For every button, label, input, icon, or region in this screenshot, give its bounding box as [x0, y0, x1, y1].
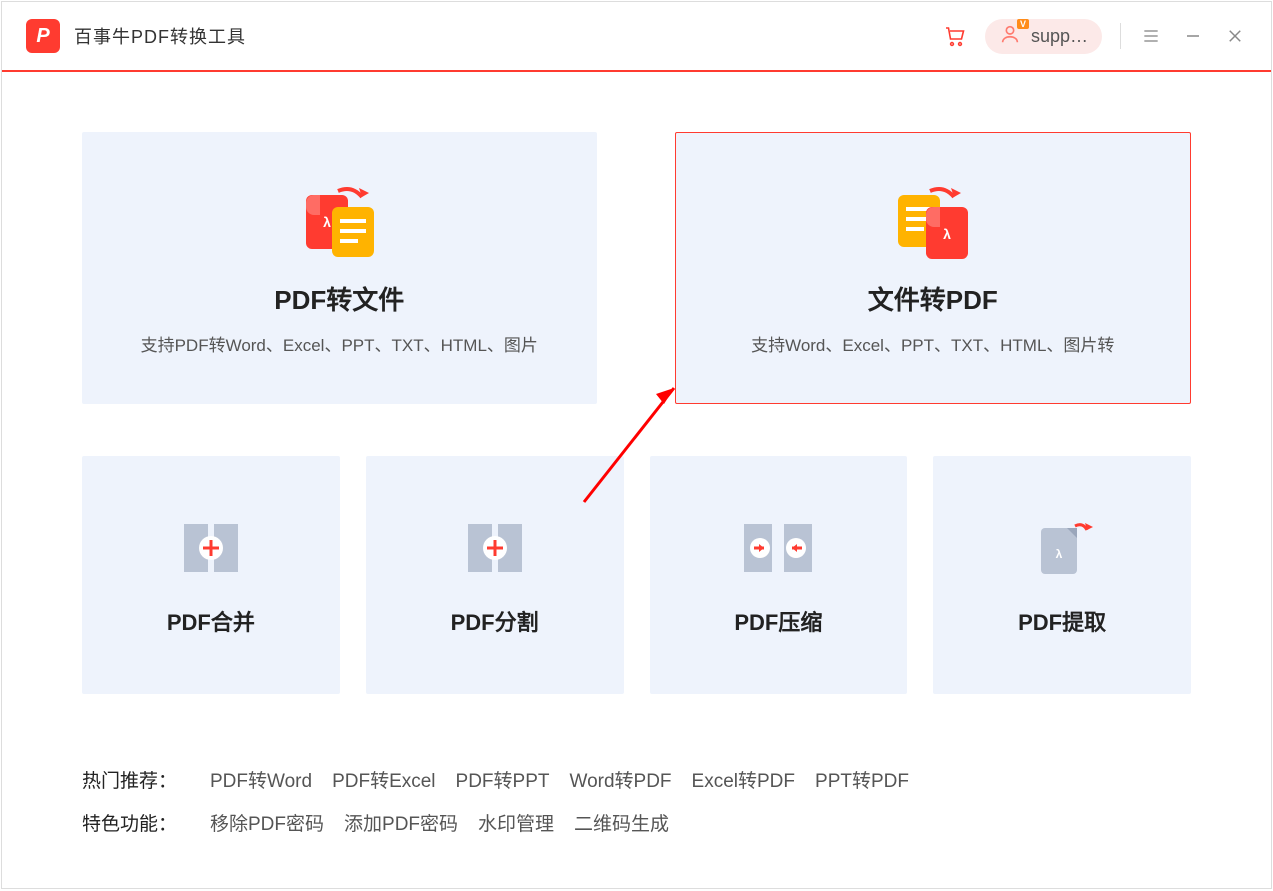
hot-link[interactable]: PPT转PDF — [815, 766, 909, 793]
card-title: 文件转PDF — [868, 280, 998, 317]
titlebar: P 百事牛PDF转换工具 V supp… — [2, 2, 1271, 72]
feature-link[interactable]: 添加PDF密码 — [344, 809, 458, 836]
feature-label: 特色功能： — [82, 809, 210, 836]
extract-icon: λ — [1027, 513, 1097, 583]
card-pdf-split[interactable]: PDF分割 — [366, 456, 624, 694]
user-account-button[interactable]: V supp… — [985, 19, 1102, 54]
card-title: PDF转文件 — [274, 280, 404, 317]
feature-row: 特色功能： 移除PDF密码 添加PDF密码 水印管理 二维码生成 — [82, 809, 1191, 836]
card-pdf-extract[interactable]: λ PDF提取 — [933, 456, 1191, 694]
feature-link[interactable]: 移除PDF密码 — [210, 809, 324, 836]
card-title: PDF合并 — [167, 605, 255, 637]
hot-link[interactable]: PDF转Excel — [332, 766, 435, 793]
card-title: PDF压缩 — [734, 605, 822, 637]
compress-icon — [738, 513, 818, 583]
user-icon: V — [999, 23, 1021, 50]
file-to-pdf-icon: λ — [888, 180, 978, 262]
card-desc: 支持Word、Excel、PPT、TXT、HTML、图片转 — [751, 331, 1114, 356]
svg-text:λ: λ — [1056, 547, 1063, 561]
main-content: λ PDF转文件 支持PDF转Word、Excel、PPT、TXT、HTML、图… — [2, 72, 1271, 694]
user-name-label: supp… — [1031, 26, 1088, 47]
split-icon — [460, 513, 530, 583]
minimize-button[interactable] — [1181, 24, 1205, 48]
card-pdf-to-file[interactable]: λ PDF转文件 支持PDF转Word、Excel、PPT、TXT、HTML、图… — [82, 132, 597, 404]
merge-icon — [176, 513, 246, 583]
feature-links: 移除PDF密码 添加PDF密码 水印管理 二维码生成 — [210, 809, 669, 836]
hot-row: 热门推荐： PDF转Word PDF转Excel PDF转PPT Word转PD… — [82, 766, 1191, 793]
app-logo-icon: P — [26, 19, 60, 53]
divider — [1120, 23, 1121, 49]
pdf-to-file-icon: λ — [294, 180, 384, 262]
close-button[interactable] — [1223, 24, 1247, 48]
tool-cards-row: PDF合并 PDF分割 — [82, 456, 1191, 694]
svg-text:λ: λ — [943, 226, 951, 242]
card-pdf-merge[interactable]: PDF合并 — [82, 456, 340, 694]
app-title: 百事牛PDF转换工具 — [74, 23, 246, 49]
hot-link[interactable]: PDF转Word — [210, 766, 312, 793]
card-file-to-pdf[interactable]: λ 文件转PDF 支持Word、Excel、PPT、TXT、HTML、图片转 — [675, 132, 1192, 404]
hot-links: PDF转Word PDF转Excel PDF转PPT Word转PDF Exce… — [210, 766, 909, 793]
menu-icon[interactable] — [1139, 24, 1163, 48]
hot-link[interactable]: Excel转PDF — [692, 766, 795, 793]
hot-link[interactable]: Word转PDF — [569, 766, 671, 793]
cart-icon[interactable] — [943, 24, 967, 48]
hot-link[interactable]: PDF转PPT — [456, 766, 550, 793]
titlebar-right: V supp… — [943, 19, 1247, 54]
card-desc: 支持PDF转Word、Excel、PPT、TXT、HTML、图片 — [141, 331, 538, 356]
feature-link[interactable]: 水印管理 — [478, 809, 554, 836]
footer: 热门推荐： PDF转Word PDF转Excel PDF转PPT Word转PD… — [2, 766, 1271, 836]
app-window: P 百事牛PDF转换工具 V supp… — [1, 1, 1272, 889]
primary-cards-row: λ PDF转文件 支持PDF转Word、Excel、PPT、TXT、HTML、图… — [82, 132, 1191, 404]
card-pdf-compress[interactable]: PDF压缩 — [650, 456, 908, 694]
hot-label: 热门推荐： — [82, 766, 210, 793]
card-title: PDF提取 — [1018, 605, 1106, 637]
card-title: PDF分割 — [451, 605, 539, 637]
feature-link[interactable]: 二维码生成 — [574, 809, 669, 836]
svg-text:λ: λ — [323, 214, 331, 230]
